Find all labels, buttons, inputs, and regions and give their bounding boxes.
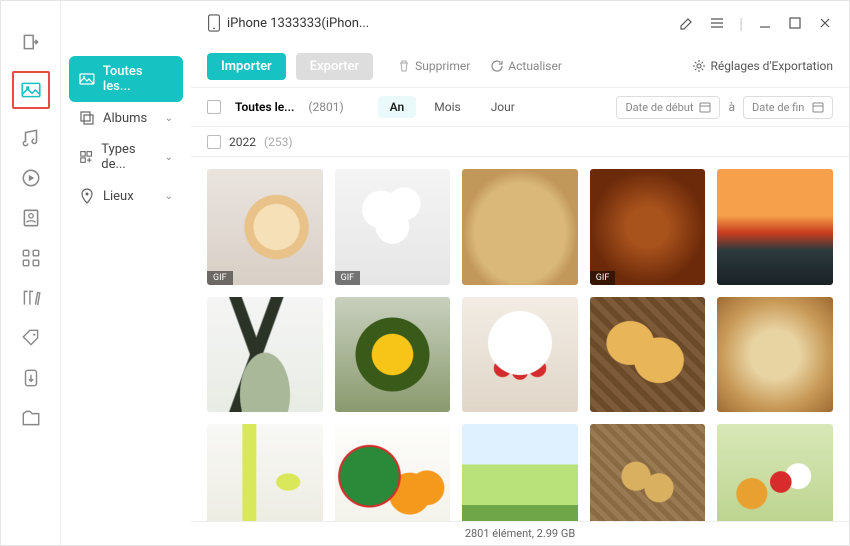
select-all-checkbox[interactable] bbox=[207, 100, 221, 114]
calendar-icon bbox=[812, 101, 824, 113]
contacts-icon[interactable] bbox=[20, 207, 42, 229]
gif-badge: GIF bbox=[590, 271, 616, 285]
device-name: iPhone 1333333(iPhon... bbox=[227, 16, 369, 31]
refresh-button[interactable]: Actualiser bbox=[490, 59, 562, 73]
gif-badge: GIF bbox=[207, 271, 233, 285]
end-date-input[interactable]: Date de fin bbox=[743, 96, 833, 119]
minimize-icon[interactable] bbox=[757, 15, 773, 31]
start-date-input[interactable]: Date de début bbox=[616, 96, 720, 119]
sidebar: Toutes les... Albums ⌄ Types de... ⌄ Lieux ⌄ bbox=[61, 1, 191, 545]
thumbnail[interactable] bbox=[462, 424, 578, 521]
sidebar-item-label: Toutes les... bbox=[103, 64, 173, 94]
thumbnail[interactable] bbox=[207, 297, 323, 413]
status-bar: 2801 élément, 2.99 GB bbox=[191, 521, 849, 545]
sidebar-item-0[interactable]: Toutes les... bbox=[69, 56, 183, 102]
export-settings-button[interactable]: Réglages d'Exportation bbox=[692, 59, 833, 73]
sidebar-item-label: Types de... bbox=[101, 142, 156, 172]
status-text: 2801 élément, 2.99 GB bbox=[465, 527, 575, 540]
types-icon bbox=[79, 149, 93, 165]
calendar-icon bbox=[699, 101, 711, 113]
music-icon[interactable] bbox=[20, 127, 42, 149]
chevron-down-icon: ⌄ bbox=[165, 113, 173, 124]
thumbnail[interactable]: GIF bbox=[207, 169, 323, 285]
video-icon[interactable] bbox=[20, 167, 42, 189]
import-button[interactable]: Importer bbox=[207, 53, 286, 80]
books-icon[interactable] bbox=[20, 287, 42, 309]
delete-button[interactable]: Supprimer bbox=[397, 59, 470, 73]
thumbnail[interactable] bbox=[462, 297, 578, 413]
thumbnail[interactable] bbox=[335, 424, 451, 521]
thumbnail[interactable] bbox=[717, 297, 833, 413]
to-label: à bbox=[728, 100, 735, 114]
start-date-placeholder: Date de début bbox=[625, 101, 693, 114]
thumbnail[interactable] bbox=[717, 424, 833, 521]
thumbnail[interactable]: GIF bbox=[590, 169, 706, 285]
sidebar-item-2[interactable]: Types de... ⌄ bbox=[69, 134, 183, 180]
end-date-placeholder: Date de fin bbox=[752, 101, 804, 114]
thumbnail[interactable]: GIF bbox=[335, 169, 451, 285]
refresh-label: Actualiser bbox=[508, 59, 562, 73]
total-count: (2801) bbox=[308, 100, 343, 114]
image-icon bbox=[79, 71, 95, 87]
trash-icon bbox=[397, 59, 411, 73]
sidebar-item-label: Lieux bbox=[103, 189, 134, 204]
gear-icon bbox=[692, 59, 706, 73]
edit-icon[interactable] bbox=[679, 15, 695, 31]
location-icon bbox=[79, 188, 95, 204]
close-icon[interactable] bbox=[817, 15, 833, 31]
tags-icon[interactable] bbox=[20, 327, 42, 349]
select-all-label: Toutes le... bbox=[235, 100, 294, 114]
sidebar-item-label: Albums bbox=[103, 111, 147, 126]
thumbnail-scroll[interactable]: GIF GIF GIF bbox=[191, 157, 849, 521]
export-settings-label: Réglages d'Exportation bbox=[710, 59, 833, 73]
export-button[interactable]: Exporter bbox=[296, 53, 373, 80]
main-area: iPhone 1333333(iPhon... | Importer Expor… bbox=[191, 1, 849, 545]
seg-an[interactable]: An bbox=[378, 96, 417, 118]
files-icon[interactable] bbox=[20, 407, 42, 429]
menu-icon[interactable] bbox=[709, 15, 725, 31]
refresh-icon bbox=[490, 59, 504, 73]
year-group-bar: 2022 (253) bbox=[191, 127, 849, 157]
export-icon[interactable] bbox=[20, 31, 42, 53]
thumbnail[interactable] bbox=[590, 297, 706, 413]
delete-label: Supprimer bbox=[415, 59, 470, 73]
nav-rail bbox=[1, 1, 61, 545]
thumbnail[interactable] bbox=[590, 424, 706, 521]
toolbar: Importer Exporter Supprimer Actualiser R… bbox=[191, 45, 849, 87]
filter-bar: Toutes le... (2801) AnMois Jour Date de d… bbox=[191, 87, 849, 127]
window-header: iPhone 1333333(iPhon... | bbox=[191, 1, 849, 45]
thumbnail[interactable] bbox=[717, 169, 833, 285]
thumbnail[interactable] bbox=[462, 169, 578, 285]
seg-mois[interactable]: Mois bbox=[422, 96, 472, 118]
apps-icon[interactable] bbox=[20, 247, 42, 269]
thumbnail-grid: GIF GIF GIF bbox=[207, 169, 833, 521]
year-count: (253) bbox=[264, 135, 293, 149]
chevron-down-icon: ⌄ bbox=[165, 152, 173, 163]
maximize-icon[interactable] bbox=[787, 15, 803, 31]
backup-icon[interactable] bbox=[20, 367, 42, 389]
gif-badge: GIF bbox=[335, 271, 361, 285]
thumbnail[interactable] bbox=[335, 297, 451, 413]
year-checkbox[interactable] bbox=[207, 135, 221, 149]
photos-icon[interactable] bbox=[20, 79, 42, 101]
sidebar-item-1[interactable]: Albums ⌄ bbox=[69, 102, 183, 134]
year-label: 2022 bbox=[229, 135, 256, 149]
thumbnail[interactable] bbox=[207, 424, 323, 521]
sidebar-item-3[interactable]: Lieux ⌄ bbox=[69, 180, 183, 212]
time-granularity-seg: AnMois Jour bbox=[378, 96, 527, 118]
phone-icon bbox=[207, 14, 221, 32]
device-label: iPhone 1333333(iPhon... bbox=[207, 14, 369, 32]
chevron-down-icon: ⌄ bbox=[165, 191, 173, 202]
album-icon bbox=[79, 110, 95, 126]
seg-jour[interactable]: Jour bbox=[479, 96, 527, 118]
